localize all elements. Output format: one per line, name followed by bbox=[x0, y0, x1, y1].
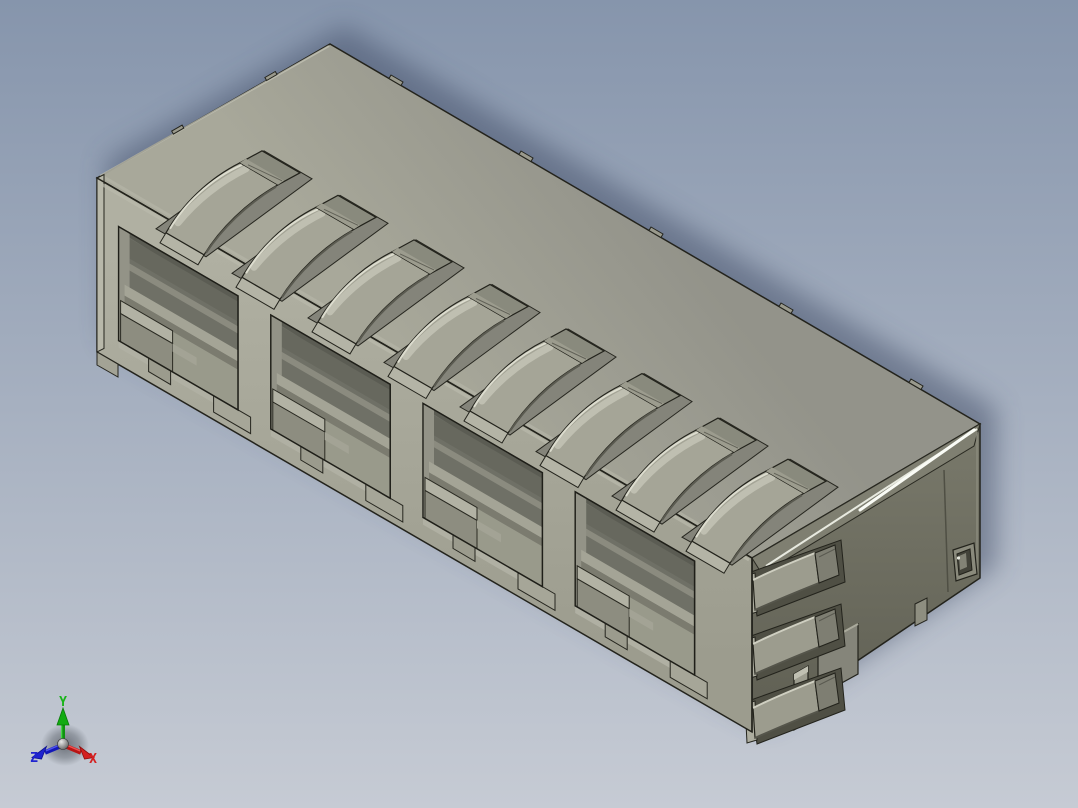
axis-x-label: X bbox=[89, 752, 97, 767]
latch-window-glint bbox=[956, 556, 961, 560]
axis-y-label: Y bbox=[59, 695, 67, 710]
latch-window-tab bbox=[959, 553, 967, 570]
axis-y-arrowhead bbox=[56, 706, 70, 726]
cad-viewport[interactable]: Y X Z bbox=[0, 0, 1078, 808]
triad-origin-sphere bbox=[57, 738, 69, 750]
left-end-sliver bbox=[96, 173, 105, 353]
axis-triad: Y X Z bbox=[30, 695, 97, 767]
axis-z-label: Z bbox=[30, 751, 38, 766]
